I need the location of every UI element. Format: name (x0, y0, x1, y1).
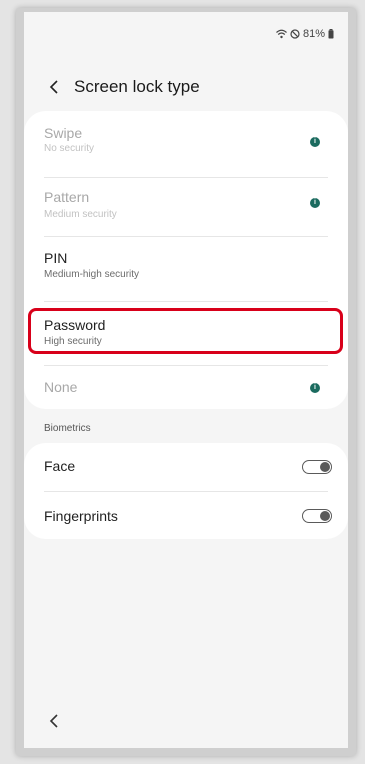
info-icon[interactable]: i (310, 383, 320, 393)
toggle-knob (320, 510, 330, 521)
battery-icon (328, 29, 334, 39)
back-button[interactable] (34, 72, 74, 102)
biometrics-card: Face Fingerprints (24, 443, 348, 539)
highlight-box (28, 308, 343, 354)
info-icon[interactable]: i (310, 137, 320, 147)
wifi-icon (276, 29, 287, 39)
biometric-label: Fingerprints (44, 508, 118, 524)
phone-screen: 81% Screen lock type Swipe No security i… (24, 12, 348, 748)
option-label: Pattern (44, 189, 90, 205)
biometric-label: Face (44, 458, 76, 474)
fingerprints-toggle[interactable] (302, 509, 332, 523)
option-sublabel: No security (44, 143, 95, 154)
battery-percent: 81% (302, 28, 325, 40)
section-label: Biometrics (44, 423, 91, 434)
option-pin[interactable]: PIN Medium-high security (24, 236, 348, 294)
biometric-face[interactable]: Face (24, 443, 348, 491)
biometric-fingerprints[interactable]: Fingerprints (24, 491, 348, 539)
chevron-left-icon (49, 714, 58, 728)
lock-options-card: Swipe No security i Pattern Medium secur… (24, 111, 348, 409)
app-header: Screen lock type (24, 72, 348, 102)
chevron-left-icon (49, 80, 58, 94)
page-title: Screen lock type (74, 77, 200, 96)
option-label: Swipe (44, 125, 83, 141)
info-icon[interactable]: i (310, 198, 320, 208)
face-toggle[interactable] (302, 460, 332, 474)
divider (44, 301, 328, 302)
option-label: PIN (44, 250, 68, 266)
option-swipe[interactable]: Swipe No security i (24, 111, 348, 159)
option-sublabel: Medium security (44, 209, 117, 220)
status-bar: 81% (276, 26, 334, 42)
dnd-icon (290, 29, 300, 39)
option-pattern[interactable]: Pattern Medium security i (24, 177, 348, 225)
option-label: None (44, 379, 78, 395)
option-sublabel: Medium-high security (44, 269, 140, 280)
toggle-knob (320, 461, 330, 472)
nav-back-button[interactable] (42, 709, 66, 733)
option-none[interactable]: None i (24, 365, 348, 409)
